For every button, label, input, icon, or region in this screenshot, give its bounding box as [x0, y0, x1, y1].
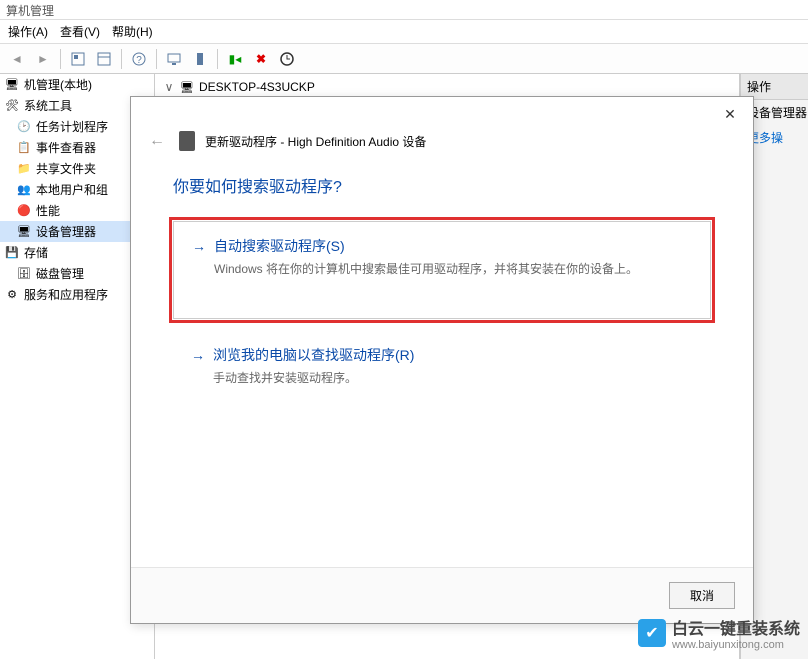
clock-icon: 🕑 [16, 119, 32, 135]
uninstall-icon[interactable]: ✖ [250, 48, 272, 70]
watermark-url: www.baiyunxitong.com [672, 639, 800, 651]
cancel-button[interactable]: 取消 [669, 582, 735, 609]
perf-icon: 🔴 [16, 203, 32, 219]
monitor-icon[interactable] [163, 48, 185, 70]
option-auto-search[interactable]: → 自动搜索驱动程序(S) Windows 将在你的计算机中搜索最佳可用驱动程序… [173, 221, 711, 319]
menu-view[interactable]: 查看(V) [60, 23, 100, 40]
toolbar-btn-2[interactable] [93, 48, 115, 70]
device-icon [179, 131, 195, 151]
menu-action[interactable]: 操作(A) [8, 23, 48, 40]
help-icon[interactable]: ? [128, 48, 150, 70]
toolbar: ◄ ► ? ▮◂ ✖ [0, 44, 808, 74]
option-browse-subtitle: 手动查找并安装驱动程序。 [213, 369, 693, 387]
tools-icon: 🛠 [4, 98, 20, 114]
event-icon: 📋 [16, 140, 32, 156]
disk-icon: 🗄 [16, 266, 32, 282]
menubar: 操作(A) 查看(V) 帮助(H) [0, 20, 808, 44]
services-icon: ⚙ [4, 287, 20, 303]
watermark: ✔ 白云一键重装系统 www.baiyunxitong.com [638, 615, 800, 651]
storage-icon: 💾 [4, 245, 20, 261]
arrow-icon: → [192, 238, 206, 254]
device-icon[interactable] [189, 48, 211, 70]
dialog-heading: 你要如何搜索驱动程序? [173, 173, 711, 197]
option-browse-title: 浏览我的电脑以查找驱动程序(R) [213, 345, 414, 365]
device-root[interactable]: ∨ 🖥 DESKTOP-4S3UCKP [155, 78, 739, 96]
nav-fwd-icon: ► [32, 48, 54, 70]
computer-icon: 🖥 [179, 79, 195, 95]
users-icon: 👥 [16, 182, 32, 198]
computer-icon: 🖥 [4, 77, 20, 93]
update-icon[interactable] [276, 48, 298, 70]
update-driver-dialog: ✕ ← 更新驱动程序 - High Definition Audio 设备 你要… [130, 96, 754, 624]
folder-icon: 📁 [16, 161, 32, 177]
option-auto-subtitle: Windows 将在你的计算机中搜索最佳可用驱动程序，并将其安装在你的设备上。 [214, 260, 692, 278]
devmgr-icon: 🖥 [16, 224, 32, 240]
arrow-icon: → [191, 347, 205, 363]
option-browse[interactable]: → 浏览我的电脑以查找驱动程序(R) 手动查找并安装驱动程序。 [173, 345, 711, 387]
menu-help[interactable]: 帮助(H) [112, 23, 153, 40]
watermark-logo-icon: ✔ [638, 619, 666, 647]
tree-root[interactable]: 🖥 机管理(本地) [0, 74, 154, 95]
option-auto-title: 自动搜索驱动程序(S) [214, 236, 345, 256]
expander-icon[interactable]: ∨ [163, 80, 175, 94]
svg-text:?: ? [136, 55, 142, 66]
close-icon[interactable]: ✕ [715, 101, 745, 127]
back-icon[interactable]: ← [149, 132, 169, 150]
scan-hardware-icon[interactable]: ▮◂ [224, 48, 246, 70]
window-title: 算机管理 [0, 0, 808, 20]
nav-back-icon: ◄ [6, 48, 28, 70]
watermark-brand: 白云一键重装系统 [672, 615, 800, 639]
toolbar-btn-1[interactable] [67, 48, 89, 70]
dialog-title: 更新驱动程序 - High Definition Audio 设备 [205, 133, 426, 150]
